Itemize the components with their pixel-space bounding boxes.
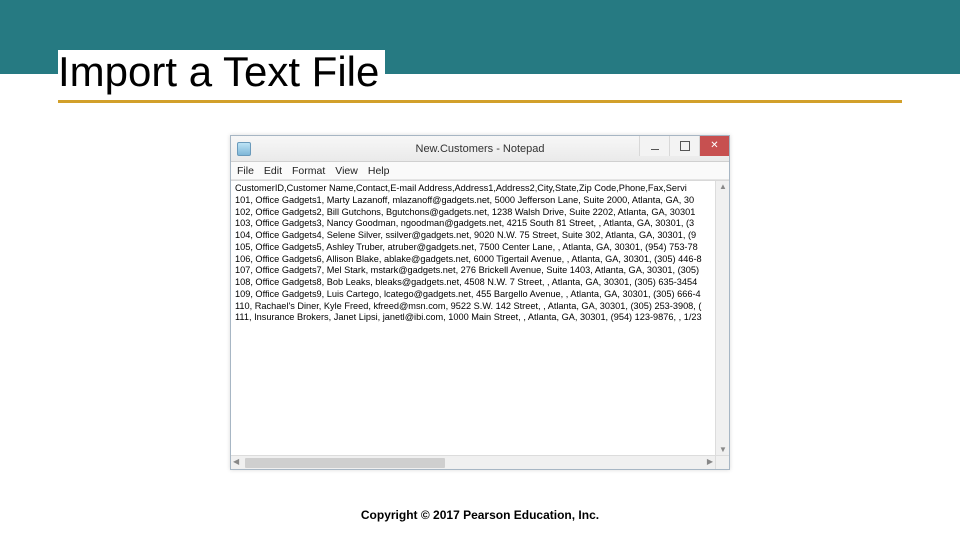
text-line: 107, Office Gadgets7, Mel Stark, mstark@… [235, 265, 711, 277]
text-line: 103, Office Gadgets3, Nancy Goodman, ngo… [235, 218, 711, 230]
window-controls [639, 136, 729, 156]
menubar: File Edit Format View Help [231, 162, 729, 180]
text-lines[interactable]: CustomerID,Customer Name,Contact,E-mail … [231, 181, 715, 455]
text-line: 111, Insurance Brokers, Janet Lipsi, jan… [235, 312, 711, 324]
text-line: 105, Office Gadgets5, Ashley Truber, atr… [235, 242, 711, 254]
menu-format[interactable]: Format [292, 165, 325, 177]
title-underline [58, 100, 902, 103]
menu-file[interactable]: File [237, 165, 254, 177]
menu-edit[interactable]: Edit [264, 165, 282, 177]
text-line: 102, Office Gadgets2, Bill Gutchons, Bgu… [235, 207, 711, 219]
vertical-scrollbar[interactable] [715, 181, 729, 455]
horizontal-scrollbar[interactable] [231, 455, 715, 469]
text-line: 104, Office Gadgets4, Selene Silver, ssi… [235, 230, 711, 242]
maximize-button[interactable] [669, 136, 699, 156]
menu-help[interactable]: Help [368, 165, 390, 177]
text-line: 101, Office Gadgets1, Marty Lazanoff, ml… [235, 195, 711, 207]
menu-view[interactable]: View [335, 165, 358, 177]
text-content-area[interactable]: CustomerID,Customer Name,Contact,E-mail … [231, 180, 729, 469]
window-title: New.Customers - Notepad [416, 143, 545, 155]
text-line: 106, Office Gadgets6, Allison Blake, abl… [235, 254, 711, 266]
close-button[interactable] [699, 136, 729, 156]
notepad-app-icon [237, 142, 251, 156]
window-titlebar[interactable]: New.Customers - Notepad [231, 136, 729, 162]
notepad-window: New.Customers - Notepad File Edit Format… [230, 135, 730, 470]
text-line: 109, Office Gadgets9, Luis Cartego, lcat… [235, 289, 711, 301]
minimize-button[interactable] [639, 136, 669, 156]
horizontal-scrollbar-thumb[interactable] [245, 458, 445, 468]
slide-title: Import a Text File [58, 50, 385, 94]
copyright-text: Copyright © 2017 Pearson Education, Inc. [0, 508, 960, 522]
text-line: CustomerID,Customer Name,Contact,E-mail … [235, 183, 711, 195]
text-line: 108, Office Gadgets8, Bob Leaks, bleaks@… [235, 277, 711, 289]
text-line: 110, Rachael's Diner, Kyle Freed, kfreed… [235, 301, 711, 313]
scroll-corner [715, 455, 729, 469]
